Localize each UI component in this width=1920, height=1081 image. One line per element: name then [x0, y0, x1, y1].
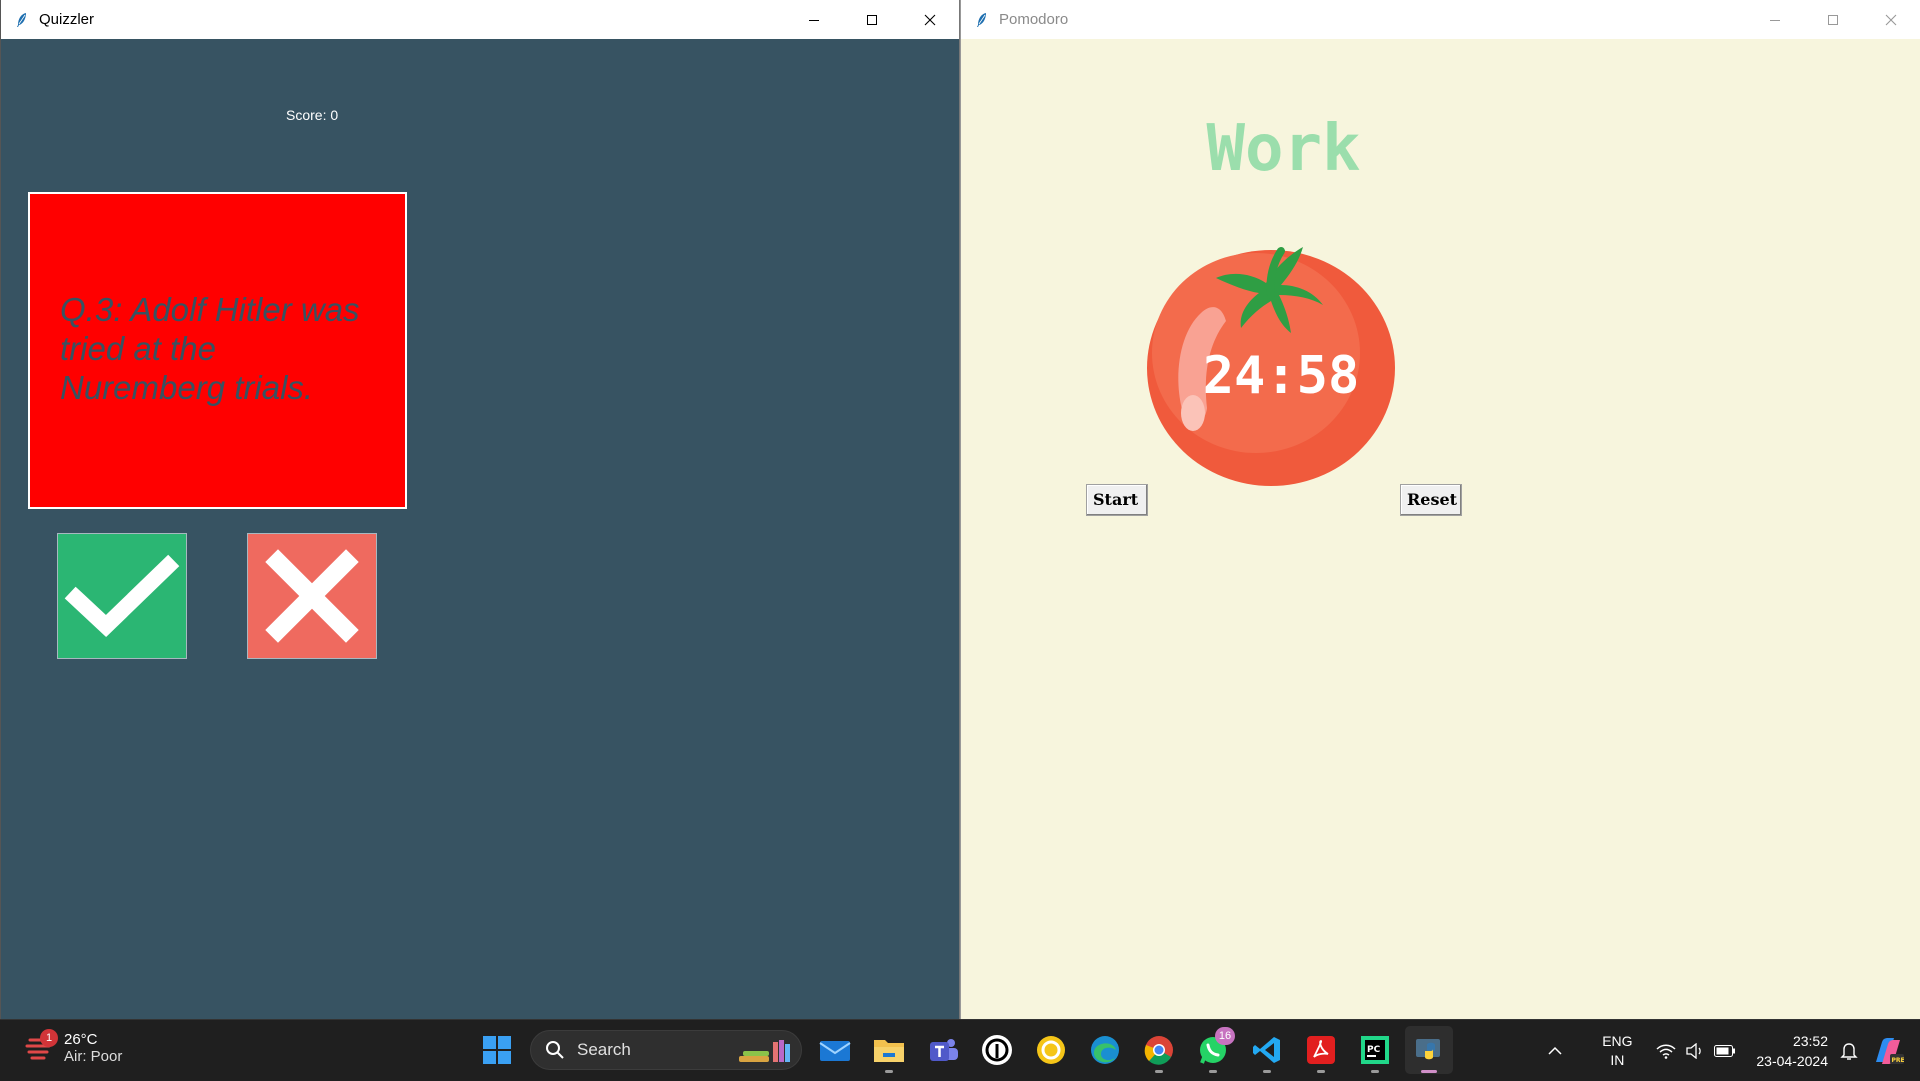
running-indicator	[1263, 1070, 1271, 1073]
pomodoro-titlebar[interactable]: Pomodoro	[961, 0, 1920, 39]
timer-heading: Work	[1206, 112, 1361, 186]
search-icon	[546, 1041, 564, 1059]
taskbar-python[interactable]	[1405, 1026, 1453, 1074]
minimize-button[interactable]	[1746, 0, 1804, 39]
running-indicator	[1371, 1070, 1379, 1073]
close-icon	[924, 14, 936, 25]
battery-icon	[1714, 1044, 1736, 1057]
minimize-button[interactable]	[785, 0, 843, 39]
taskbar-vscode[interactable]	[1243, 1026, 1291, 1074]
clock[interactable]: 23:52 23-04-2024	[1756, 1031, 1828, 1071]
taskbar-pycharm[interactable]: PC	[1351, 1026, 1399, 1074]
search-label: Search	[577, 1040, 631, 1059]
minimize-icon	[809, 19, 819, 21]
bell-icon	[1840, 1042, 1858, 1060]
question-text: Q.3: Adolf Hitler was tried at the Nurem…	[60, 291, 360, 406]
battery-button[interactable]	[1714, 1044, 1736, 1057]
quizzler-canvas: Score: 0 Q.3: Adolf Hitler was tried at …	[1, 39, 959, 1019]
true-button[interactable]	[57, 533, 187, 659]
taskbar-whatsapp[interactable]: 16	[1189, 1026, 1237, 1074]
window-title: Pomodoro	[999, 11, 1069, 28]
score-label: Score: 0	[286, 107, 339, 123]
start-button[interactable]: Start	[1086, 484, 1148, 516]
taskbar-chrome[interactable]	[1135, 1026, 1183, 1074]
python-icon	[1416, 1039, 1440, 1060]
weather-temp: 26°C	[64, 1031, 98, 1048]
language-region: IN	[1610, 1051, 1625, 1068]
false-button[interactable]	[247, 533, 377, 659]
check-icon	[64, 554, 180, 638]
show-hidden-icons-button[interactable]	[1548, 1046, 1562, 1056]
notifications-button[interactable]	[1840, 1041, 1858, 1061]
file-explorer-icon	[874, 1040, 904, 1062]
search-box[interactable]: Search	[530, 1030, 802, 1070]
cross-icon	[265, 549, 359, 643]
timer-display: 24:58	[1202, 346, 1360, 406]
svg-text:PC: PC	[1367, 1045, 1381, 1055]
pomodoro-window: Pomodoro Work 24:58 Start Reset	[960, 0, 1920, 1019]
whatsapp-badge: 16	[1215, 1027, 1235, 1045]
vscode-icon	[1253, 1037, 1280, 1063]
weather-air-quality: Air: Poor	[64, 1048, 123, 1065]
system-tray: ENG IN 23:52 23-04-2024 PRE	[1548, 1020, 1920, 1081]
active-indicator	[1421, 1070, 1437, 1073]
weather-widget[interactable]: 1 26°C Air: Poor	[24, 1029, 123, 1066]
threads-icon	[982, 1035, 1012, 1065]
books-icon	[739, 1040, 790, 1062]
maximize-button[interactable]	[1804, 0, 1862, 39]
taskbar-teams[interactable]	[919, 1026, 967, 1074]
running-indicator	[1317, 1070, 1325, 1073]
wifi-icon	[1656, 1044, 1676, 1059]
taskbar-norton[interactable]	[1027, 1026, 1075, 1074]
taskbar-mail[interactable]	[811, 1026, 859, 1074]
minimize-icon	[1770, 19, 1780, 21]
language-code: ENG	[1602, 1032, 1633, 1049]
clock-date: 23-04-2024	[1756, 1052, 1828, 1069]
pycharm-icon: PC	[1361, 1036, 1389, 1064]
clock-time: 23:52	[1792, 1032, 1828, 1049]
window-title: Quizzler	[39, 11, 95, 28]
close-icon	[1885, 14, 1897, 25]
svg-text:PRE: PRE	[1892, 1057, 1905, 1064]
volume-button[interactable]	[1686, 1042, 1704, 1059]
chrome-icon	[1144, 1036, 1173, 1065]
network-button[interactable]	[1656, 1043, 1676, 1059]
teams-icon	[930, 1039, 958, 1061]
reset-button[interactable]: Reset	[1400, 484, 1462, 516]
start-button[interactable]	[473, 1026, 521, 1074]
taskbar-file-explorer[interactable]	[865, 1026, 913, 1074]
quizzler-window: Quizzler Score: 0 Q.3: Adolf Hitler was …	[0, 0, 960, 1019]
norton-icon	[1037, 1036, 1065, 1064]
taskbar: 1 26°C Air: Poor Search 16 PC ENG IN 23:…	[0, 1019, 1920, 1080]
question-card: Q.3: Adolf Hitler was tried at the Nurem…	[28, 192, 407, 509]
taskbar-threads[interactable]	[973, 1026, 1021, 1074]
close-button[interactable]	[1862, 0, 1920, 39]
maximize-icon	[1828, 14, 1838, 25]
feather-icon	[977, 12, 986, 27]
feather-icon	[17, 12, 26, 27]
running-indicator	[1209, 1070, 1217, 1073]
chevron-up-icon	[1548, 1046, 1562, 1055]
quizzler-titlebar[interactable]: Quizzler	[1, 0, 959, 39]
maximize-icon	[867, 14, 877, 25]
acrobat-icon	[1307, 1036, 1335, 1064]
language-indicator[interactable]: ENG IN	[1592, 1032, 1642, 1070]
taskbar-apps: Search 16 PC	[470, 1026, 1456, 1074]
edge-icon	[1091, 1036, 1119, 1064]
pomodoro-canvas: Work 24:58 Start Reset	[961, 39, 1920, 1019]
weather-badge: 1	[40, 1029, 58, 1047]
copilot-icon: PRE	[1876, 1037, 1905, 1064]
taskbar-acrobat[interactable]	[1297, 1026, 1345, 1074]
volume-icon	[1686, 1042, 1702, 1059]
start-menu-icon	[483, 1036, 511, 1064]
close-button[interactable]	[901, 0, 959, 39]
running-indicator	[885, 1070, 893, 1073]
mail-icon	[819, 1041, 851, 1061]
running-indicator	[1155, 1070, 1163, 1073]
taskbar-edge[interactable]	[1081, 1026, 1129, 1074]
copilot-button[interactable]: PRE	[1872, 1036, 1904, 1066]
maximize-button[interactable]	[843, 0, 901, 39]
